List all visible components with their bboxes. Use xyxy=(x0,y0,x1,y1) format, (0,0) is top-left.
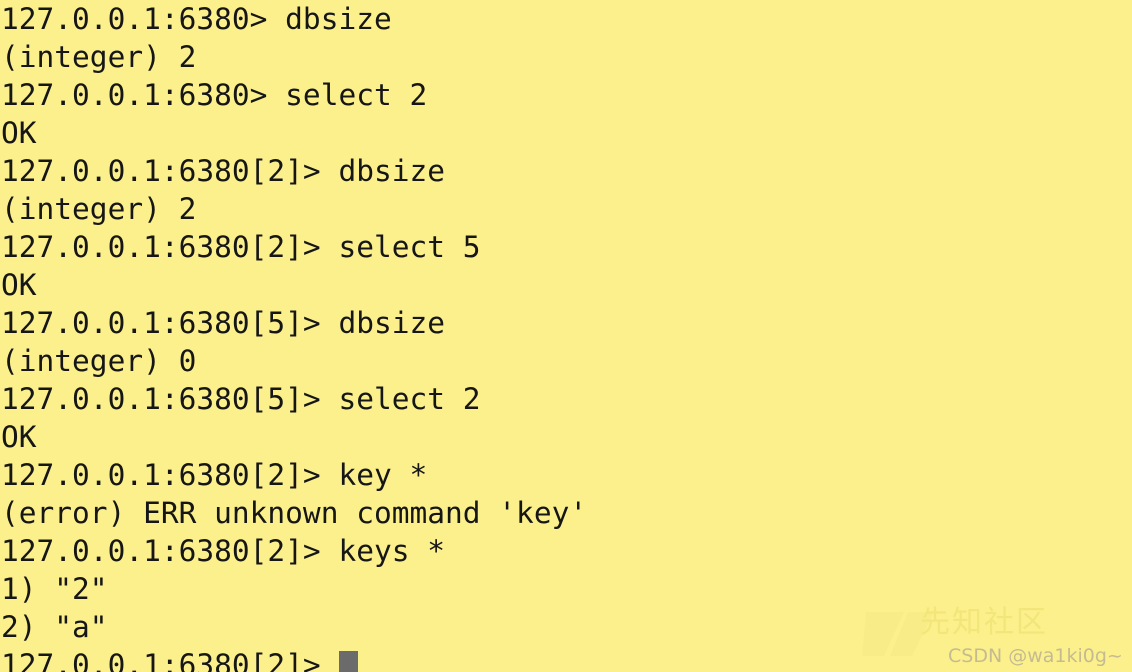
terminal-line: 127.0.0.1:6380[5]> dbsize xyxy=(0,304,1132,342)
terminal-line: (integer) 2 xyxy=(0,38,1132,76)
terminal-line-text: 2) "a" xyxy=(1,610,108,644)
terminal-line-text: 127.0.0.1:6380[5]> dbsize xyxy=(1,306,446,340)
terminal-line-text: OK xyxy=(1,268,37,302)
terminal-line-text: 127.0.0.1:6380[2]> dbsize xyxy=(1,154,446,188)
terminal-line: (error) ERR unknown command 'key' xyxy=(0,494,1132,532)
terminal-line-text: OK xyxy=(1,420,37,454)
terminal-line-text: 1) "2" xyxy=(1,572,108,606)
terminal-line-text: 127.0.0.1:6380> dbsize xyxy=(1,2,392,36)
terminal-line: 1) "2" xyxy=(0,570,1132,608)
terminal-line-text: 127.0.0.1:6380[2]> xyxy=(1,648,339,672)
terminal-line: 127.0.0.1:6380[2]> keys * xyxy=(0,532,1132,570)
terminal-line-text: (integer) 2 xyxy=(1,192,197,226)
terminal-line: 127.0.0.1:6380[2]> select 5 xyxy=(0,228,1132,266)
terminal-line-text: (error) ERR unknown command 'key' xyxy=(1,496,588,530)
terminal-line: 127.0.0.1:6380> dbsize xyxy=(0,0,1132,38)
terminal-line: 127.0.0.1:6380[5]> select 2 xyxy=(0,380,1132,418)
terminal-line: 2) "a" xyxy=(0,608,1132,646)
terminal-line: (integer) 0 xyxy=(0,342,1132,380)
terminal-line-text: 127.0.0.1:6380> select 2 xyxy=(1,78,428,112)
terminal-line-text: OK xyxy=(1,116,37,150)
terminal-cursor xyxy=(339,651,359,672)
terminal-output[interactable]: 127.0.0.1:6380> dbsize (integer) 2 127.0.0… xyxy=(0,0,1132,672)
terminal-line: OK xyxy=(0,114,1132,152)
terminal-line: (integer) 2 xyxy=(0,190,1132,228)
terminal-line: OK xyxy=(0,418,1132,456)
terminal-line-text: 127.0.0.1:6380[2]> key * xyxy=(1,458,428,492)
terminal-line: OK xyxy=(0,266,1132,304)
terminal-line: 127.0.0.1:6380[2]> dbsize xyxy=(0,152,1132,190)
terminal-line-text: 127.0.0.1:6380[2]> select 5 xyxy=(1,230,481,264)
terminal-line-text: (integer) 2 xyxy=(1,40,197,74)
terminal-line: 127.0.0.1:6380[2]> xyxy=(0,646,1132,672)
terminal-line-text: 127.0.0.1:6380[5]> select 2 xyxy=(1,382,481,416)
terminal-line: 127.0.0.1:6380> select 2 xyxy=(0,76,1132,114)
terminal-line-text: (integer) 0 xyxy=(1,344,197,378)
terminal-line-text: 127.0.0.1:6380[2]> keys * xyxy=(1,534,446,568)
terminal-line: 127.0.0.1:6380[2]> key * xyxy=(0,456,1132,494)
